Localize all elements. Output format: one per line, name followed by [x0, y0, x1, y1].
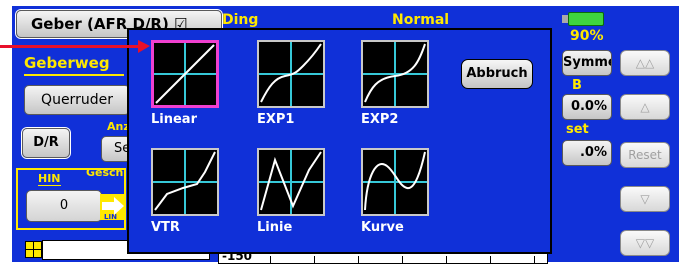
scale-tick: [358, 256, 359, 264]
value-a-field[interactable]: 0.0%: [562, 94, 612, 120]
scale-tick: [490, 256, 491, 264]
reset-button[interactable]: Reset: [620, 142, 670, 168]
dr-button[interactable]: D/R: [22, 128, 70, 158]
curve-label-kurve: Kurve: [361, 220, 404, 235]
value-b-field[interactable]: .0%: [562, 140, 612, 166]
geberweg-underline: [24, 74, 124, 76]
flight-mode-label: Normal: [392, 12, 450, 28]
curve-preview-linie: [257, 148, 325, 216]
up-button[interactable]: △: [620, 94, 670, 120]
mixer-label: Ding: [222, 12, 259, 28]
down-button[interactable]: ▽: [620, 186, 670, 212]
exp2-curve-icon: [363, 42, 427, 106]
curve-option-kurve[interactable]: Kurve: [361, 148, 429, 235]
grid-icon[interactable]: [25, 241, 42, 258]
scale-tick: [270, 256, 271, 264]
querruder-button[interactable]: Querruder: [24, 85, 130, 115]
curve-preview-linear: [151, 40, 219, 108]
curve-label-linie: Linie: [257, 220, 293, 235]
linie-curve-icon: [259, 150, 323, 214]
geschwindigkeit-label: Gesch: [86, 166, 124, 179]
scale-tick: [314, 256, 315, 264]
curve-option-exp2[interactable]: EXP2: [361, 40, 429, 127]
pointer-arrow-icon: [138, 40, 150, 53]
exp1-curve-icon: [259, 42, 323, 106]
curve-preview-exp1: [257, 40, 325, 108]
offset-label: set: [566, 122, 589, 137]
hin-label: HIN: [38, 172, 61, 186]
curve-preview-vtr: [151, 148, 219, 216]
rate-value: 90%: [570, 28, 604, 44]
curve-preview-exp2: [361, 40, 429, 108]
curve-label-linear: Linear: [151, 112, 197, 127]
double-up-button[interactable]: △△: [620, 50, 670, 76]
curve-option-vtr[interactable]: VTR: [151, 148, 219, 235]
curve-option-linear[interactable]: Linear: [151, 40, 219, 127]
battery-icon: [568, 12, 604, 26]
symmetrie-button[interactable]: Symmet.: [562, 50, 612, 76]
scale-tick: [446, 256, 447, 264]
curve-label-exp2: EXP2: [361, 112, 399, 127]
curve-preview-kurve: [361, 148, 429, 216]
abbruch-button[interactable]: Abbruch: [461, 59, 533, 89]
linear-curve-icon: [154, 43, 216, 105]
kurve-curve-icon: [363, 150, 427, 214]
curve-type-dialog: Linear EXP1 EXP2 Abbruch VTR Linie Kurve: [127, 28, 552, 254]
vtr-curve-icon: [153, 150, 217, 214]
curve-option-linie[interactable]: Linie: [257, 148, 325, 235]
curve-option-exp1[interactable]: EXP1: [257, 40, 325, 127]
b-label: B: [572, 78, 582, 93]
scale-tick: [534, 256, 535, 264]
lin-tag: LIN: [104, 213, 117, 221]
pointer-arrow-line: [0, 45, 142, 48]
curve-label-exp1: EXP1: [257, 112, 295, 127]
scale-tick: [402, 256, 403, 264]
double-down-button[interactable]: ▽▽: [620, 230, 670, 256]
hin-value-field[interactable]: 0: [26, 190, 102, 222]
curve-label-vtr: VTR: [151, 220, 180, 235]
geberweg-label: Geberweg: [24, 54, 110, 72]
